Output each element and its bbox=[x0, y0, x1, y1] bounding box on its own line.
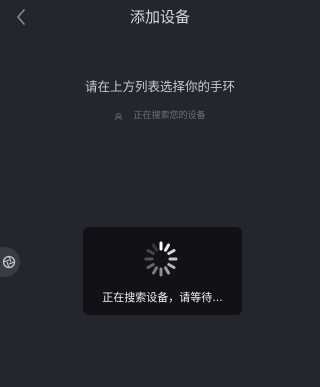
page-title: 添加设备 bbox=[129, 8, 190, 26]
loading-spinner-icon bbox=[144, 241, 178, 277]
floating-assist-handle[interactable] bbox=[0, 247, 20, 277]
select-band-prompt: 请在上方列表选择你的手环 bbox=[84, 79, 235, 94]
aperture-icon bbox=[2, 255, 16, 269]
search-status-text: 正在搜索您的设备 bbox=[133, 111, 206, 121]
loading-dialog: 正在搜索设备，请等待... bbox=[83, 227, 242, 315]
bluetooth-search-icon bbox=[115, 112, 123, 120]
nav-bar: 添加设备 bbox=[0, 0, 320, 36]
add-device-screen: 添加设备 请在上方列表选择你的手环 正在搜索您的设备 正在搜索设备，请等待... bbox=[0, 0, 320, 387]
search-status: 正在搜索您的设备 bbox=[0, 109, 320, 123]
loading-text: 正在搜索设备，请等待... bbox=[102, 291, 223, 304]
